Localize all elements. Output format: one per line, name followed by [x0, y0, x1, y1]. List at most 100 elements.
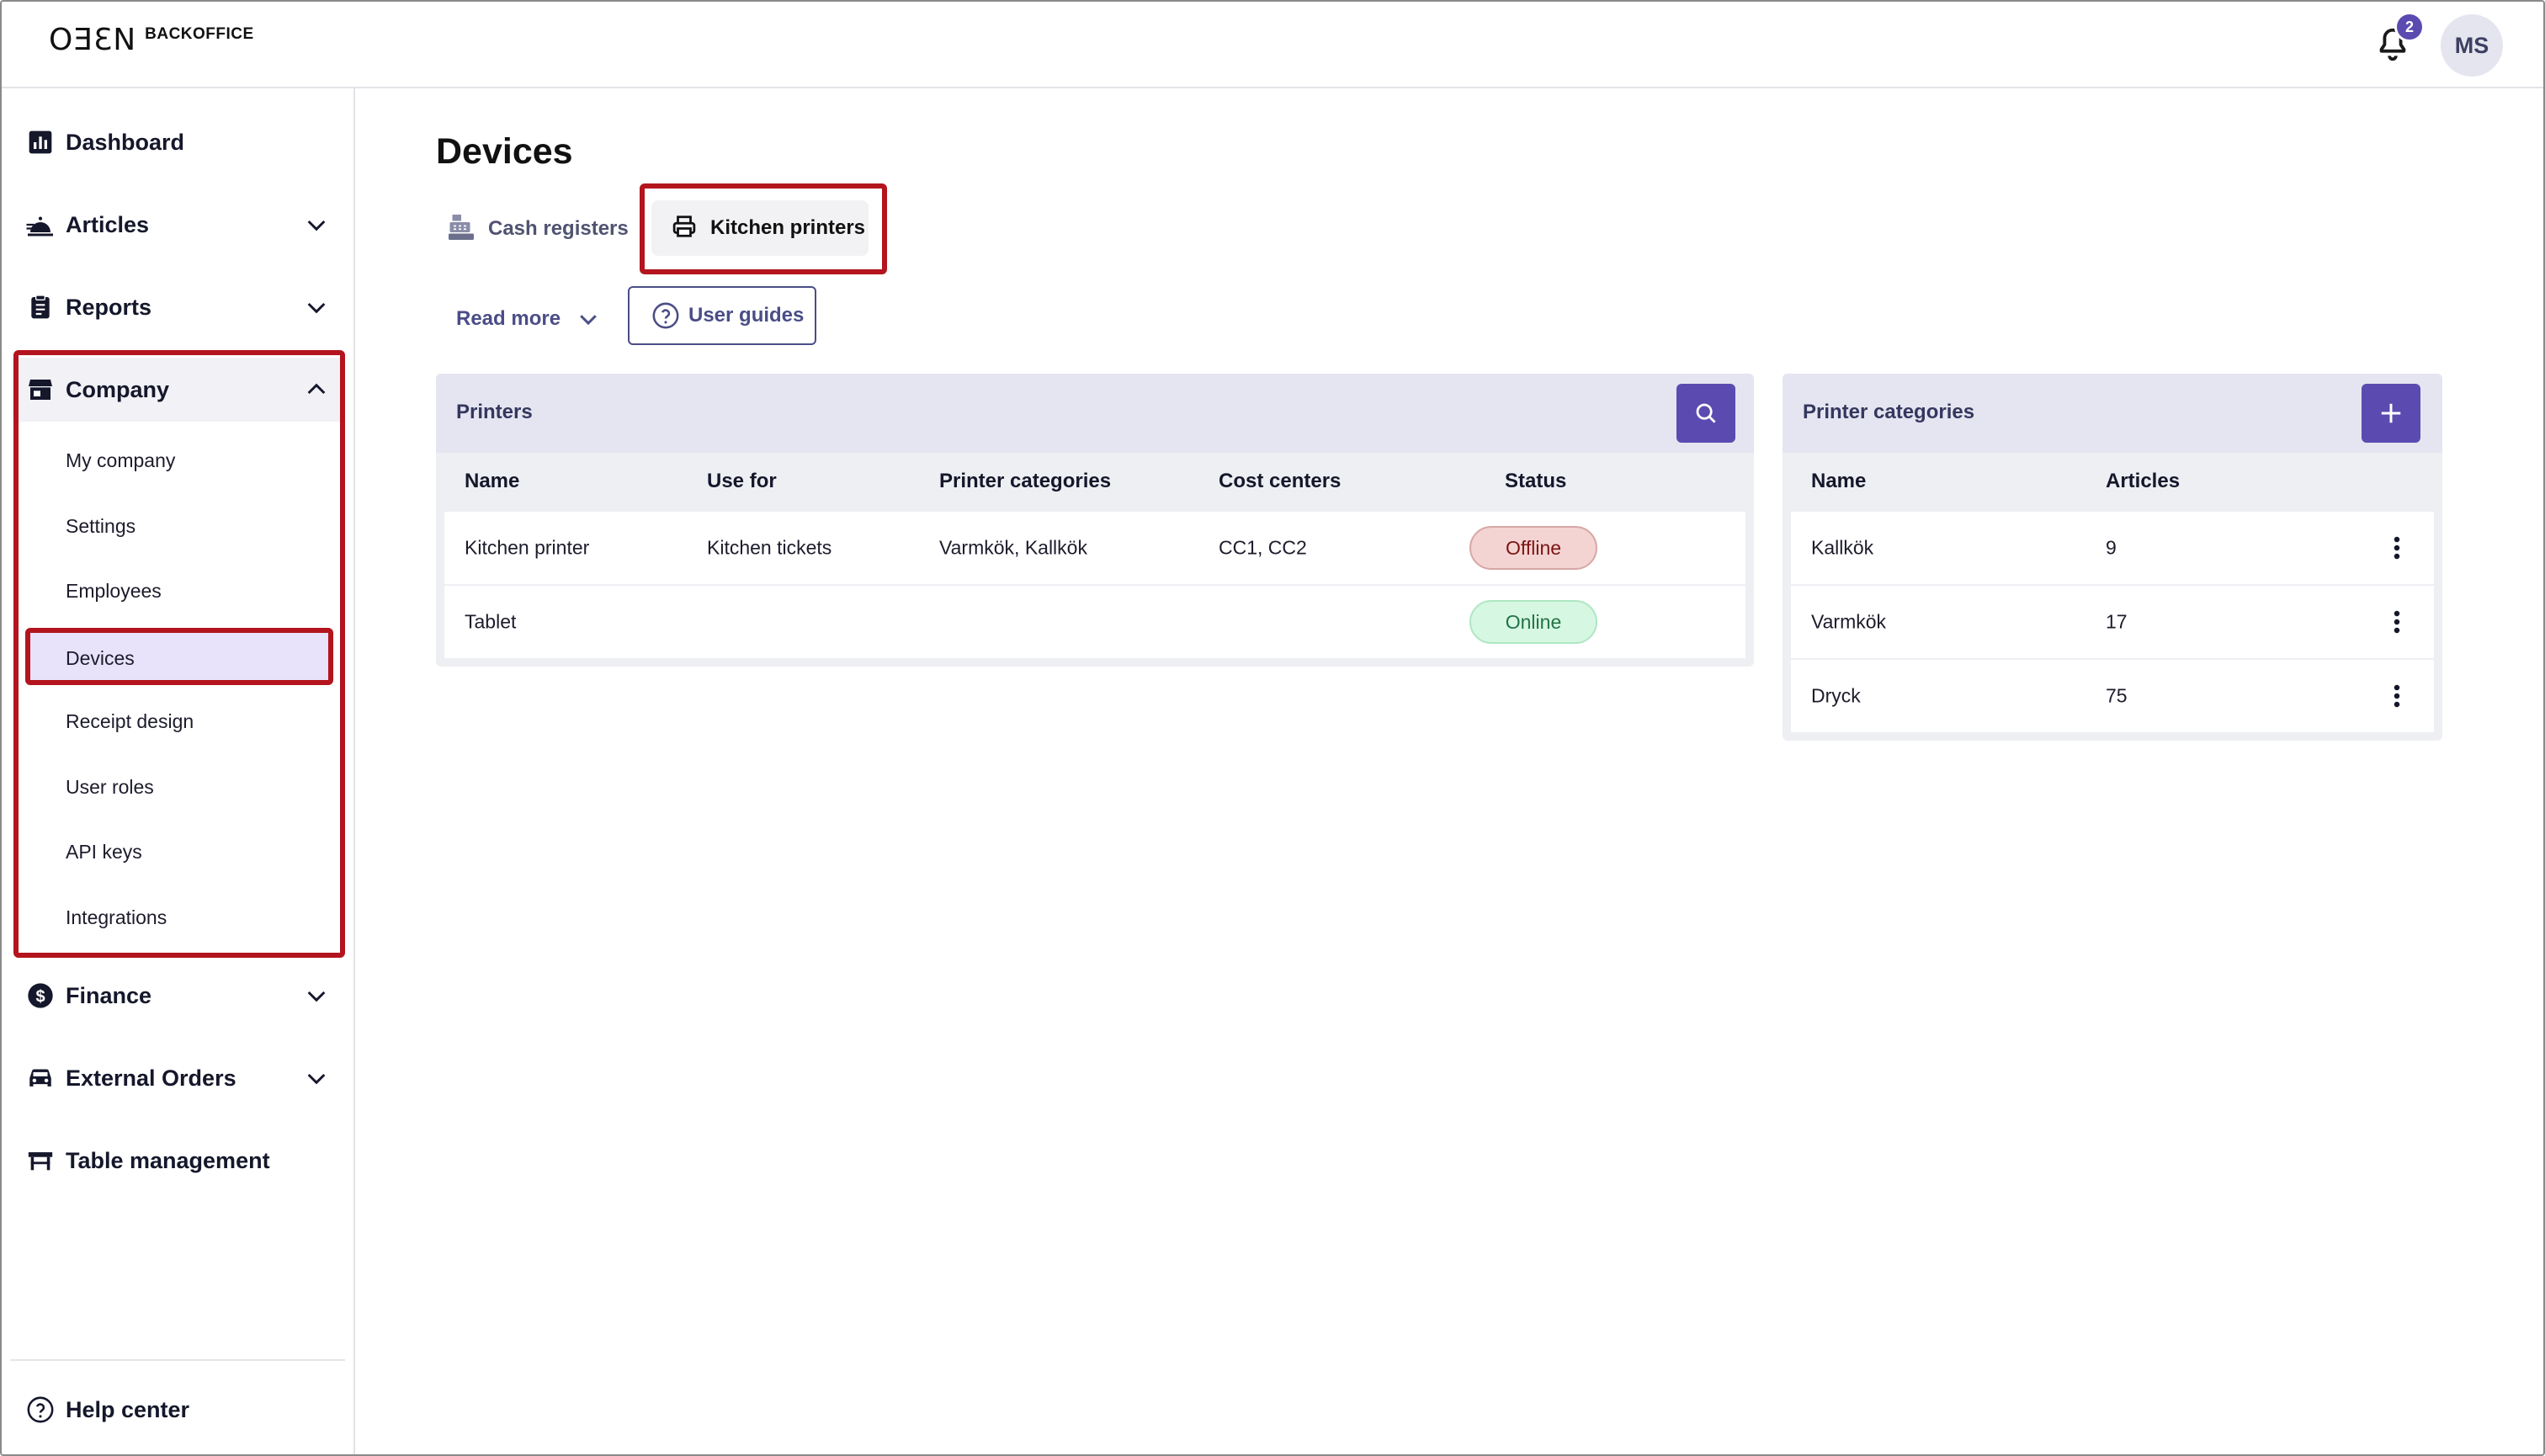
chevron-down-icon	[307, 220, 326, 231]
chevron-down-icon	[307, 991, 326, 1002]
sidebar-subitem-label: Employees	[66, 579, 162, 602]
column-header-status: Status	[1505, 470, 1567, 492]
more-options-icon[interactable]	[2380, 605, 2414, 639]
category-articles: 9	[2106, 536, 2117, 559]
tab-cash-registers[interactable]: Cash registers	[446, 202, 629, 256]
dashboard-icon	[24, 125, 57, 159]
sidebar-item-label: Articles	[66, 211, 150, 237]
sidebar-item-label: Reports	[66, 294, 152, 320]
sidebar-subitem-settings[interactable]: Settings	[27, 499, 330, 553]
column-header-use-for: Use for	[707, 470, 777, 492]
table-row[interactable]: Varmkök 17	[1791, 586, 2434, 658]
sidebar-item-label: External Orders	[66, 1065, 236, 1091]
read-more-toggle[interactable]: Read more	[456, 298, 601, 340]
category-articles: 17	[2106, 610, 2128, 633]
store-icon	[24, 373, 57, 407]
page-title: Devices	[436, 131, 573, 172]
table-row[interactable]: Dryck 75	[1791, 660, 2434, 732]
table-row[interactable]: Kallkök 9	[1791, 512, 2434, 584]
sidebar-item-label: Dashboard	[66, 129, 185, 155]
sidebar-subitem-employees[interactable]: Employees	[27, 564, 330, 618]
sidebar-item-label: Company	[66, 376, 170, 402]
category-name: Dryck	[1811, 684, 1861, 707]
logo[interactable]: OƎƐN BACKOFFICE	[49, 24, 254, 57]
sidebar-subitem-label: Settings	[66, 514, 136, 537]
sidebar-subitem-integrations[interactable]: Integrations	[27, 890, 330, 944]
app-window: OƎƐN BACKOFFICE 2 MS Dashboard Articles	[0, 0, 2545, 1456]
column-header-name: Name	[465, 470, 520, 492]
more-options-icon[interactable]	[2380, 531, 2414, 565]
sidebar-subitem-label: API keys	[66, 840, 142, 863]
dollar-icon: $	[24, 979, 57, 1012]
sidebar-item-dashboard[interactable]: Dashboard	[12, 110, 342, 174]
sidebar-item-finance[interactable]: $ Finance	[12, 964, 342, 1028]
user-avatar[interactable]: MS	[2441, 14, 2503, 77]
chevron-up-icon	[307, 383, 326, 395]
printer-name: Tablet	[465, 610, 517, 633]
tab-kitchen-printers[interactable]: Kitchen printers	[651, 200, 869, 256]
top-bar: OƎƐN BACKOFFICE 2 MS	[2, 2, 2543, 88]
sidebar-subitem-label: Integrations	[66, 906, 167, 928]
chevron-down-icon	[307, 1073, 326, 1085]
column-header-name: Name	[1811, 470, 1867, 492]
sidebar-item-articles[interactable]: Articles	[12, 193, 342, 257]
logo-mark: OƎƐN	[49, 23, 137, 57]
sidebar-subitem-user-roles[interactable]: User roles	[27, 760, 330, 814]
svg-text:$: $	[35, 987, 45, 1006]
sidebar-item-table-management[interactable]: Table management	[12, 1129, 342, 1193]
column-header-cost-centers: Cost centers	[1219, 470, 1342, 492]
printers-panel: Printers Name Use for Printer categories…	[436, 374, 1754, 667]
sidebar-subitem-label: My company	[66, 449, 176, 471]
articles-icon	[24, 208, 57, 242]
sidebar-subitem-label: User roles	[66, 775, 154, 798]
sidebar-subitem-api-keys[interactable]: API keys	[27, 825, 330, 879]
chevron-down-icon	[307, 302, 326, 314]
sidebar-subitem-receipt-design[interactable]: Receipt design	[27, 694, 330, 748]
printer-use-for: Kitchen tickets	[707, 536, 832, 559]
add-category-button[interactable]	[2362, 384, 2420, 443]
sidebar-subitem-devices[interactable]: Devices	[27, 631, 330, 685]
printer-name: Kitchen printer	[465, 536, 590, 559]
table-row[interactable]: Kitchen printer Kitchen tickets Varmkök,…	[444, 512, 1745, 584]
more-options-icon[interactable]	[2380, 679, 2414, 713]
printer-cost-centers: CC1, CC2	[1219, 536, 1307, 559]
read-more-label: Read more	[456, 307, 561, 330]
column-header-printer-categories: Printer categories	[939, 470, 1112, 492]
user-guides-button[interactable]: User guides	[628, 286, 816, 345]
sidebar-divider	[10, 1359, 345, 1361]
printer-categories-panel: Printer categories Name Articles Kallkök…	[1783, 374, 2442, 741]
help-circle-icon	[24, 1393, 57, 1427]
user-guides-label: User guides	[688, 304, 805, 327]
status-badge: Online	[1469, 600, 1597, 644]
printer-categories: Varmkök, Kallkök	[939, 536, 1087, 559]
printer-icon	[672, 214, 697, 243]
printers-panel-title: Printers	[456, 401, 533, 423]
sidebar-item-label: Finance	[66, 982, 152, 1008]
sidebar: Dashboard Articles Reports Company My co…	[2, 88, 355, 1454]
notification-badge: 2	[2394, 12, 2425, 42]
tab-label: Kitchen printers	[710, 216, 866, 239]
chevron-down-icon	[580, 315, 597, 326]
printer-categories-panel-title: Printer categories	[1803, 401, 1975, 423]
car-icon	[24, 1061, 57, 1095]
sidebar-item-reports[interactable]: Reports	[12, 275, 342, 339]
cash-register-icon	[446, 212, 476, 247]
help-circle-icon	[652, 302, 679, 329]
plus-icon	[2381, 403, 2401, 423]
clipboard-icon	[24, 290, 57, 324]
search-button[interactable]	[1676, 384, 1735, 443]
sidebar-item-help-center[interactable]: Help center	[12, 1378, 342, 1442]
category-name: Varmkök	[1811, 610, 1887, 633]
printer-categories-panel-header: Printer categories	[1783, 374, 2442, 453]
sidebar-item-external-orders[interactable]: External Orders	[12, 1046, 342, 1110]
table-row[interactable]: Tablet Online	[444, 586, 1745, 658]
status-badge: Offline	[1469, 526, 1597, 570]
sidebar-item-company[interactable]: Company	[12, 358, 342, 422]
tab-label: Cash registers	[488, 217, 629, 240]
sidebar-subitem-my-company[interactable]: My company	[27, 433, 330, 487]
table-icon	[24, 1144, 57, 1177]
sidebar-subitem-label: Receipt design	[66, 709, 194, 732]
sidebar-subitem-label: Devices	[66, 646, 135, 669]
logo-text: BACKOFFICE	[145, 25, 254, 43]
category-name: Kallkök	[1811, 536, 1874, 559]
